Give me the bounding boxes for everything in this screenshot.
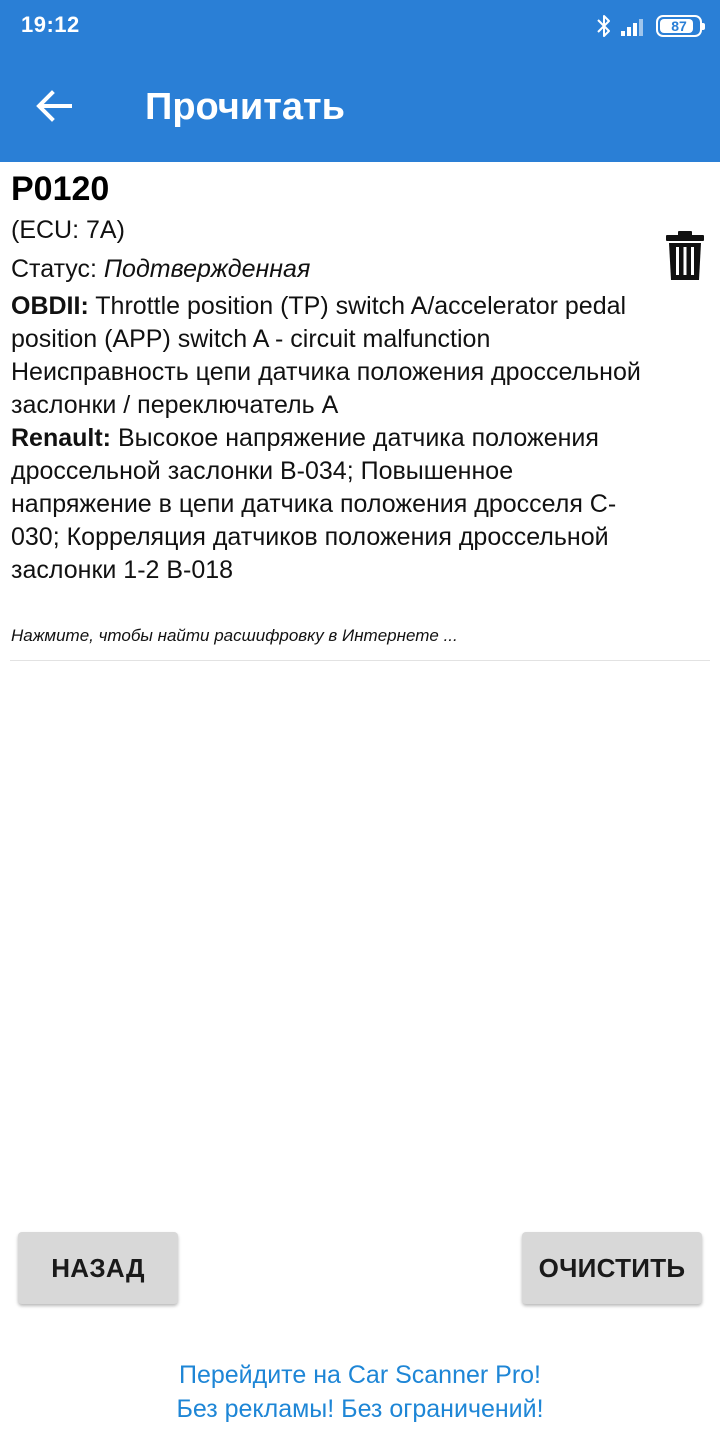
dtc-description: OBDII: Throttle position (TP) switch A/a… [11, 290, 651, 587]
back-arrow-button[interactable] [24, 76, 84, 136]
pro-promo-link[interactable]: Перейдите на Car Scanner Pro! Без реклам… [0, 1358, 720, 1426]
status-icons: 87 [596, 12, 705, 40]
delete-button[interactable] [664, 230, 706, 282]
dtc-code: P0120 [11, 170, 110, 208]
status-time: 19:12 [21, 12, 80, 37]
list-divider [10, 660, 710, 661]
obd-translation: Неисправность цепи датчика положения дро… [11, 358, 641, 419]
obd-label: OBDII: [11, 292, 89, 320]
ecu-id: (ECU: 7A) [11, 216, 125, 244]
battery-icon: 87 [656, 15, 705, 37]
battery-level: 87 [671, 18, 687, 34]
app-root: 19:12 87 Прочитать P0120 (ECU: 7A) Стату… [0, 0, 720, 1440]
status-value: Подтвержденная [103, 255, 311, 283]
bluetooth-icon [596, 14, 612, 38]
signal-icon [620, 15, 648, 37]
obd-description: Throttle position (TP) switch A/accelera… [11, 292, 627, 353]
trash-icon [666, 231, 704, 280]
status-label: Статус: [11, 255, 104, 283]
arrow-left-icon [36, 90, 72, 122]
page-title: Прочитать [145, 86, 345, 128]
back-button[interactable]: НАЗАД [18, 1232, 178, 1304]
dtc-status: Статус: Подтвержденная [11, 255, 310, 284]
promo-line-1: Перейдите на Car Scanner Pro! [178, 1361, 541, 1389]
app-header: 19:12 87 Прочитать [0, 0, 720, 162]
status-bar: 19:12 87 [0, 0, 720, 52]
promo-line-2: Без рекламы! Без ограничений! [176, 1395, 544, 1423]
search-online-hint[interactable]: Нажмите, чтобы найти расшифровку в Интер… [11, 626, 458, 646]
toolbar: Прочитать [0, 52, 720, 162]
clear-button[interactable]: ОЧИСТИТЬ [522, 1232, 702, 1304]
dtc-list-item[interactable]: P0120 (ECU: 7A) Статус: Подтвержденная O… [0, 162, 720, 662]
manufacturer-label: Renault: [11, 424, 111, 452]
